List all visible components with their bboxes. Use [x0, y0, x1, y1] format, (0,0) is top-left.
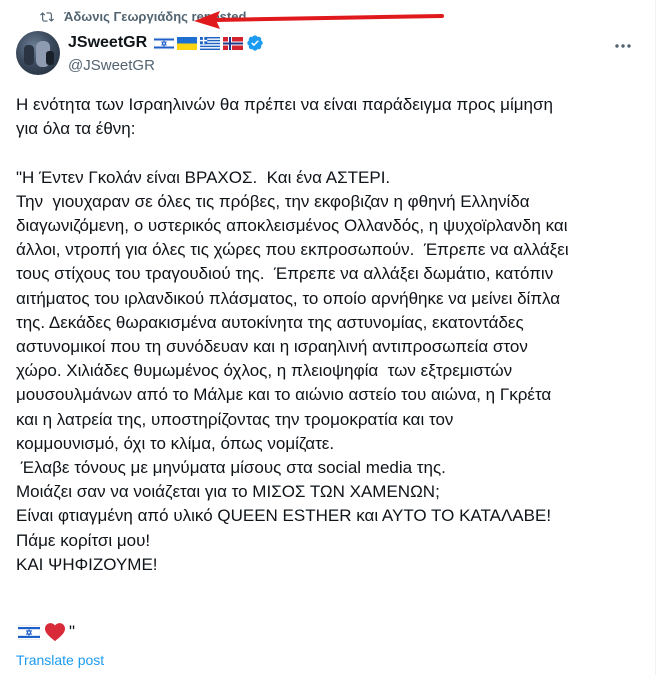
post-emoji-line: " [18, 622, 75, 642]
translate-post-link[interactable]: Translate post [16, 652, 104, 668]
closing-quote: " [69, 622, 76, 641]
post[interactable]: Άδωνις Γεωργιάδης reposted JSweetGR @JSw… [0, 0, 656, 675]
red-heart-icon [45, 623, 65, 642]
author-row: JSweetGR [68, 34, 264, 52]
author-handle[interactable]: @JSweetGR [68, 57, 155, 74]
post-text: Η ενότητα των Ισραηλινών θα πρέπει να εί… [16, 95, 569, 574]
author-display-name[interactable]: JSweetGR [68, 34, 147, 52]
israel-flag-icon [154, 36, 175, 50]
repost-icon [40, 11, 54, 22]
israel-flag-icon [18, 624, 40, 640]
norway-flag-icon [223, 36, 244, 50]
greece-flag-icon [200, 36, 221, 50]
avatar[interactable] [16, 31, 60, 75]
verified-badge-icon [247, 35, 263, 51]
red-arrow-annotation [194, 11, 444, 29]
ukraine-flag-icon [177, 36, 198, 50]
more-horizontal-icon[interactable] [613, 36, 633, 56]
